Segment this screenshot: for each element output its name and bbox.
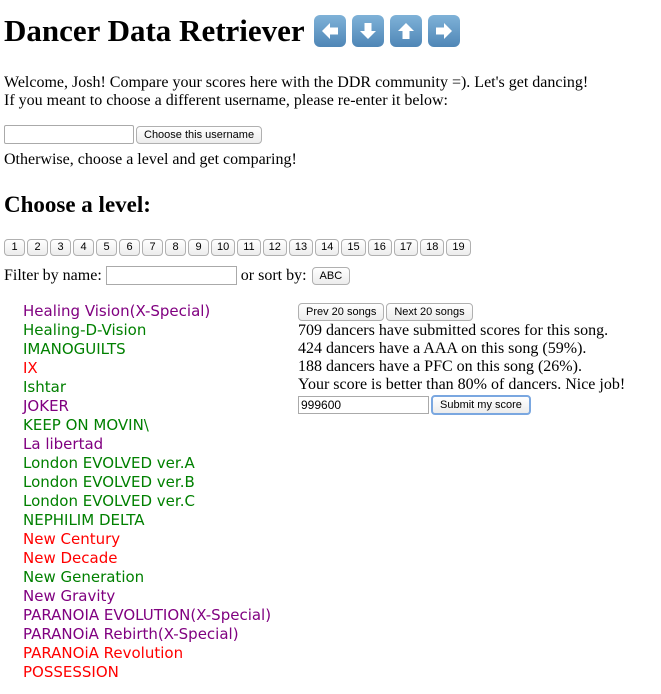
level-button-14[interactable]: 14 xyxy=(315,239,340,256)
song-item[interactable]: London EVOLVED ver.A xyxy=(23,454,271,473)
next-songs-button[interactable]: Next 20 songs xyxy=(386,303,473,321)
level-button-8[interactable]: 8 xyxy=(165,239,186,256)
welcome-line: Welcome, Josh! Compare your scores here … xyxy=(4,74,589,91)
level-button-5[interactable]: 5 xyxy=(96,239,117,256)
song-list: Healing Vision(X-Special) Healing-D-Visio… xyxy=(23,302,271,682)
song-item[interactable]: New Gravity xyxy=(23,587,271,606)
arrow-right-icon xyxy=(427,15,460,47)
sort-label: or sort by: xyxy=(240,266,307,284)
username-form: Choose this username xyxy=(4,125,263,144)
song-item[interactable]: IX xyxy=(23,359,271,378)
otherwise-text: Otherwise, choose a level and get compar… xyxy=(4,151,297,168)
song-item[interactable]: New Decade xyxy=(23,549,271,568)
filter-label: Filter by name: xyxy=(4,266,102,284)
level-button-15[interactable]: 15 xyxy=(341,239,366,256)
song-item[interactable]: London EVOLVED ver.B xyxy=(23,473,271,492)
level-button-17[interactable]: 17 xyxy=(393,239,419,256)
song-item[interactable]: Ishtar xyxy=(23,378,271,397)
choose-username-button[interactable]: Choose this username xyxy=(136,125,263,144)
sort-abc-button[interactable]: ABC xyxy=(311,266,351,285)
level-button-12[interactable]: 12 xyxy=(262,239,287,256)
username-input[interactable] xyxy=(4,125,134,144)
arrow-icons xyxy=(313,15,460,47)
song-pager: Prev 20 songs Next 20 songs xyxy=(298,303,658,321)
song-item[interactable]: JOKER xyxy=(23,397,271,416)
score-input[interactable] xyxy=(298,396,429,414)
level-button-2[interactable]: 2 xyxy=(27,239,48,256)
submit-score-button[interactable]: Submit my score xyxy=(431,395,531,415)
song-item[interactable]: NEPHILIM DELTA xyxy=(23,511,271,530)
level-button-13[interactable]: 13 xyxy=(288,239,314,256)
choose-level-heading: Choose a level: xyxy=(4,192,151,217)
page-title: Dancer Data Retriever xyxy=(4,13,460,49)
song-item[interactable]: PARANOiA Revolution xyxy=(23,644,271,663)
arrow-down-icon xyxy=(351,15,384,47)
song-item[interactable]: KEEP ON MOVIN\ xyxy=(23,416,271,435)
arrow-left-icon xyxy=(313,15,346,47)
score-form: Submit my score xyxy=(298,395,658,415)
page-title-text: Dancer Data Retriever xyxy=(4,13,305,48)
song-item[interactable]: PARANOiA Rebirth(X-Special) xyxy=(23,625,271,644)
level-buttons: 1 2 3 4 5 6 7 8 9 10 11 12 13 14 15 16 17 18 19 xyxy=(4,239,471,256)
level-button-16[interactable]: 16 xyxy=(367,239,392,256)
song-item[interactable]: New Century xyxy=(23,530,271,549)
filter-row: Filter by name: or sort by: ABC xyxy=(4,266,351,285)
stat-pfc: 188 dancers have a PFC on this song (26%… xyxy=(298,358,582,375)
arrow-up-icon xyxy=(389,15,422,47)
level-button-4[interactable]: 4 xyxy=(73,239,94,256)
song-item[interactable]: Healing-D-Vision xyxy=(23,321,271,340)
reenter-line: If you meant to choose a different usern… xyxy=(4,92,448,109)
level-button-6[interactable]: 6 xyxy=(119,239,140,256)
stat-percentile: Your score is better than 80% of dancers… xyxy=(298,376,626,393)
level-button-7[interactable]: 7 xyxy=(142,239,163,256)
song-item[interactable]: IMANOGUILTS xyxy=(23,340,271,359)
level-button-18[interactable]: 18 xyxy=(420,239,445,256)
song-item[interactable]: Healing Vision(X-Special) xyxy=(23,302,271,321)
level-button-19[interactable]: 19 xyxy=(446,239,471,256)
song-item[interactable]: PARANOIA EVOLUTION(X-Special) xyxy=(23,606,271,625)
level-button-1[interactable]: 1 xyxy=(4,239,25,256)
song-stats-panel: Prev 20 songs Next 20 songs 709 dancers … xyxy=(298,303,658,415)
stat-aaa: 424 dancers have a AAA on this song (59%… xyxy=(298,340,587,357)
song-item[interactable]: London EVOLVED ver.C xyxy=(23,492,271,511)
level-button-3[interactable]: 3 xyxy=(50,239,71,256)
song-item[interactable]: New Generation xyxy=(23,568,271,587)
level-button-11[interactable]: 11 xyxy=(237,239,261,256)
prev-songs-button[interactable]: Prev 20 songs xyxy=(298,303,385,321)
welcome-message: Welcome, Josh! Compare your scores here … xyxy=(4,74,588,110)
song-item[interactable]: La libertad xyxy=(23,435,271,454)
level-button-10[interactable]: 10 xyxy=(211,239,236,256)
song-stats: 709 dancers have submitted scores for th… xyxy=(298,322,658,394)
song-item[interactable]: POSSESSION xyxy=(23,663,271,682)
stat-submitted: 709 dancers have submitted scores for th… xyxy=(298,322,609,339)
filter-name-input[interactable] xyxy=(105,266,237,285)
level-button-9[interactable]: 9 xyxy=(188,239,209,256)
